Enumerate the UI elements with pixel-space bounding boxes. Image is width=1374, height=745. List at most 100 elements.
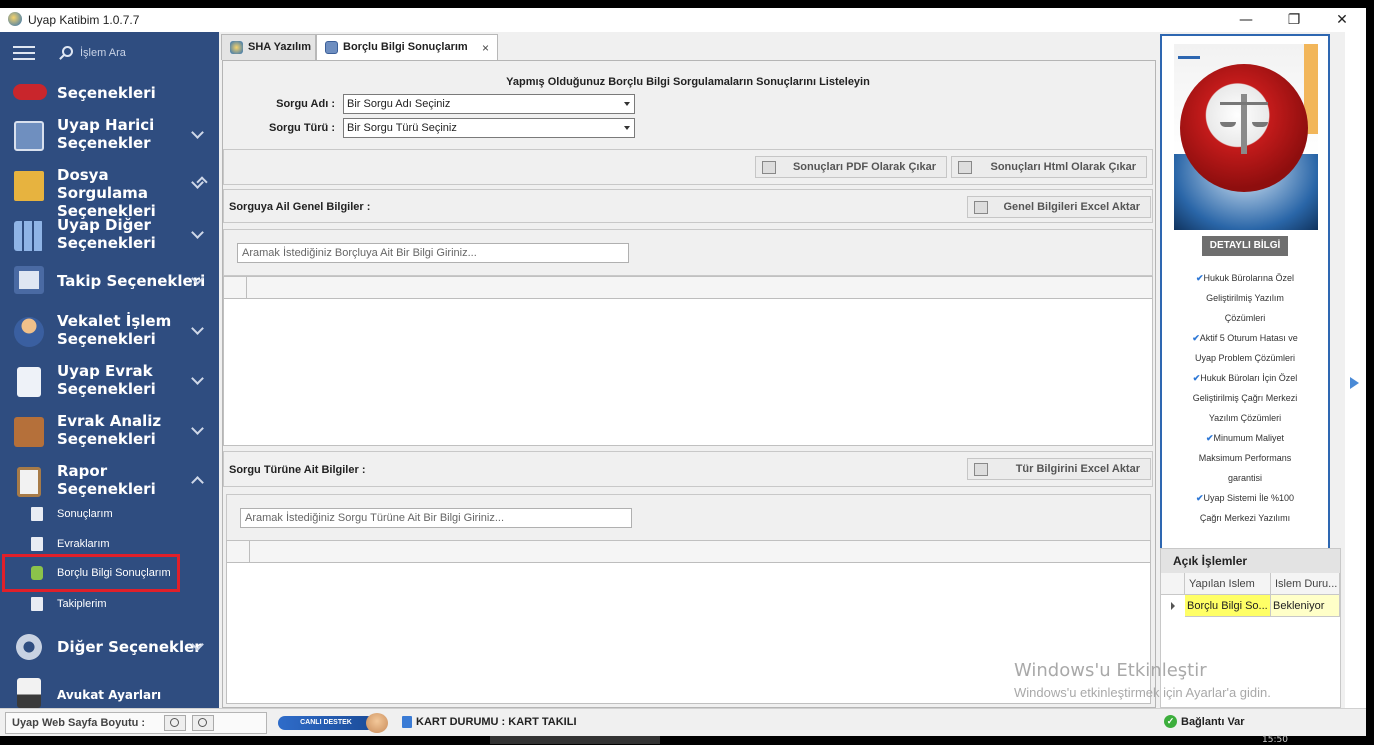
column-header[interactable]: Yapılan Islem (1185, 573, 1271, 595)
tab-sha-yazilim[interactable]: SHA Yazılım (221, 34, 316, 60)
tab-strip: SHA Yazılım Borçlu Bilgi Sonuçlarım × (219, 32, 1159, 62)
sorgu-turu-value: Bir Sorgu Türü Seçiniz (347, 122, 457, 134)
search-icon (62, 46, 73, 57)
sidebar-item-label: Evrak Analiz Seçenekleri (57, 412, 162, 448)
sidebar-item-takip[interactable]: Takip Seçenekleri (0, 266, 219, 296)
question-book-icon (14, 121, 44, 151)
detayli-bilgi-button[interactable]: DETAYLI BİLGİ (1202, 236, 1288, 256)
sidebar-subitem-takiplerim[interactable]: Takiplerim (0, 591, 219, 617)
sidebar-item-secenekleri[interactable]: Seçenekleri (0, 78, 219, 106)
tab-borclu-bilgi-sonuclarim[interactable]: Borçlu Bilgi Sonuçlarım × (316, 34, 498, 62)
canli-destek-label: CANLI DESTEK (278, 716, 374, 730)
tur-bilgileri-grid[interactable] (226, 540, 1151, 704)
sidebar-item-label: Avukat Ayarları (57, 688, 162, 702)
grid-header (224, 277, 1152, 299)
person-icon (14, 317, 44, 347)
document-icon (17, 367, 41, 397)
ad-feature-line: Geliştirilmiş Çağrı Merkezi (1170, 388, 1320, 408)
tur-search-input[interactable]: Aramak İstediğiniz Sorgu Türüne Ait Bir … (240, 508, 632, 528)
monitor-icon (325, 41, 338, 54)
ad-feature-line: Uyap Problem Çözümleri (1170, 348, 1320, 368)
canli-destek-button[interactable]: CANLI DESTEK (278, 713, 396, 733)
ad-feature-text: Uyap Sistemi İle %100 (1203, 493, 1295, 503)
watermark-subtitle: Windows'u etkinleştirmek için Ayarlar'a … (1014, 685, 1271, 700)
top-black-strip (0, 0, 1374, 8)
kart-durumu: KART DURUMU : KART TAKILI (402, 716, 577, 728)
pdf-export-label: Sonuçları PDF Olarak Çıkar (792, 161, 936, 173)
genel-bilgiler-title: Sorguya Ail Genel Bilgiler : (229, 201, 371, 213)
sidebar-item-vekalet[interactable]: Vekalet İşlem Seçenekleri (0, 312, 219, 352)
html-export-label: Sonuçları Html Olarak Çıkar (990, 161, 1137, 173)
clipboard-icon (17, 467, 41, 497)
taskbar-segment (490, 736, 660, 744)
html-export-button[interactable]: Sonuçları Html Olarak Çıkar (951, 156, 1147, 178)
right-black-strip (1366, 8, 1374, 744)
watermark-title: Windows'u Etkinleştir (1014, 660, 1207, 681)
pdf-export-button[interactable]: Sonuçları PDF Olarak Çıkar (755, 156, 947, 178)
row-pointer-icon (1171, 602, 1175, 610)
sidebar-subitem-borclu-bilgi-sonuclarim[interactable]: Borçlu Bilgi Sonuçlarım (2, 554, 180, 592)
table-cell[interactable]: Bekleniyor (1271, 595, 1340, 617)
sidebar-item-uyap-diger[interactable]: Uyap Diğer Seçenekleri (0, 216, 219, 256)
sidebar-item-label: Uyap Evrak Seçenekleri (57, 362, 156, 398)
chevron-down-icon (191, 322, 204, 335)
sidebar-item-label: Uyap Diğer Seçenekleri (57, 216, 156, 252)
sidebar-search[interactable]: İşlem Ara (0, 32, 219, 72)
ad-feature-text: Aktif 5 Oturum Hatası ve (1199, 333, 1298, 343)
sorgu-adi-select[interactable]: Bir Sorgu Adı Seçiniz (343, 94, 635, 114)
ad-feature-text: Yazılım Çözümleri (1208, 413, 1282, 423)
ad-feature-text: Hukuk Bürolarına Özel (1203, 273, 1295, 283)
person-document-icon (31, 597, 43, 611)
ad-feature-line: ✔Minumum Maliyet (1170, 428, 1320, 448)
sidebar-item-uyap-evrak[interactable]: Uyap Evrak Seçenekleri (0, 362, 219, 402)
sidebar-item-diger[interactable]: Diğer Seçenekler (0, 632, 219, 662)
ad-feature-line: garantisi (1170, 468, 1320, 488)
ad-feature-text: Hukuk Büroları İçin Özel (1200, 373, 1298, 383)
connection-label: Bağlantı Var (1181, 716, 1245, 728)
hamburger-menu-icon[interactable] (13, 46, 35, 60)
zoom-out-button[interactable] (164, 715, 186, 731)
ad-feature-line: Maksimum Performans (1170, 448, 1320, 468)
close-icon[interactable]: ✕ (1322, 10, 1362, 30)
ad-feature-line: Yazılım Çözümleri (1170, 408, 1320, 428)
ad-feature-text: Uyap Problem Çözümleri (1194, 353, 1296, 363)
app-logo-icon (8, 12, 22, 26)
sidebar-item-evrak-analiz[interactable]: Evrak Analiz Seçenekleri (0, 412, 219, 452)
maximize-icon[interactable]: ❐ (1274, 10, 1314, 30)
sidebar-item-uyap-harici[interactable]: Uyap Harici Seçenekler (0, 116, 219, 156)
sidebar: İşlem Ara Seçenekleri Uyap Harici Seçene… (0, 32, 219, 708)
column-header[interactable]: Islem Duru... (1271, 573, 1340, 595)
uyap-logo-icon (13, 84, 47, 100)
window-title: Uyap Katibim 1.0.7.7 (28, 13, 140, 27)
sorgu-adi-value: Bir Sorgu Adı Seçiniz (347, 98, 451, 110)
tur-search-panel: Aramak İstediğiniz Sorgu Türüne Ait Bir … (226, 494, 1151, 542)
genel-search-panel: Aramak İstediğiniz Borçluya Ait Bir Bilg… (223, 229, 1153, 276)
tab-close-icon[interactable]: × (482, 36, 489, 60)
zoom-in-button[interactable] (192, 715, 214, 731)
sidebar-subitem-label: Evraklarım (57, 538, 110, 550)
genel-search-input[interactable]: Aramak İstediğiniz Borçluya Ait Bir Bilg… (237, 243, 629, 263)
document-icon (31, 537, 43, 551)
search-input[interactable]: İşlem Ara (80, 47, 126, 59)
check-circle-icon: ✓ (1164, 715, 1177, 728)
genel-excel-button[interactable]: Genel Bilgileri Excel Aktar (967, 196, 1151, 218)
sidebar-subitem-label: Sonuçlarım (57, 508, 113, 520)
sidebar-item-rapor[interactable]: Rapor Seçenekleri (0, 462, 219, 502)
excel-icon (974, 201, 988, 214)
tur-excel-button[interactable]: Tür Bilgirini Excel Aktar (967, 458, 1151, 480)
ad-feature-text: Geliştirilmiş Yazılım (1206, 293, 1284, 303)
sidebar-item-avukat-ayarlari[interactable]: Avukat Ayarları (0, 678, 219, 708)
right-collapse-strip (1345, 32, 1366, 708)
film-icon (14, 266, 44, 294)
kart-durumu-value: KART TAKILI (508, 716, 577, 728)
table-cell[interactable]: Borçlu Bilgi So... (1185, 595, 1271, 617)
grid-header (227, 541, 1150, 563)
genel-bilgiler-grid[interactable] (223, 276, 1153, 446)
sorgu-turu-select[interactable]: Bir Sorgu Türü Seçiniz (343, 118, 635, 138)
minimize-icon[interactable]: — (1226, 10, 1266, 30)
expand-arrow-icon[interactable] (1350, 377, 1359, 389)
chevron-down-icon (191, 126, 204, 139)
ad-feature-line: ✔Aktif 5 Oturum Hatası ve (1170, 328, 1320, 348)
sidebar-item-dosya-sorgulama[interactable]: Dosya Sorgulama Seçenekleri (0, 166, 219, 220)
sidebar-subitem-sonuclarim[interactable]: Sonuçlarım (0, 501, 219, 527)
